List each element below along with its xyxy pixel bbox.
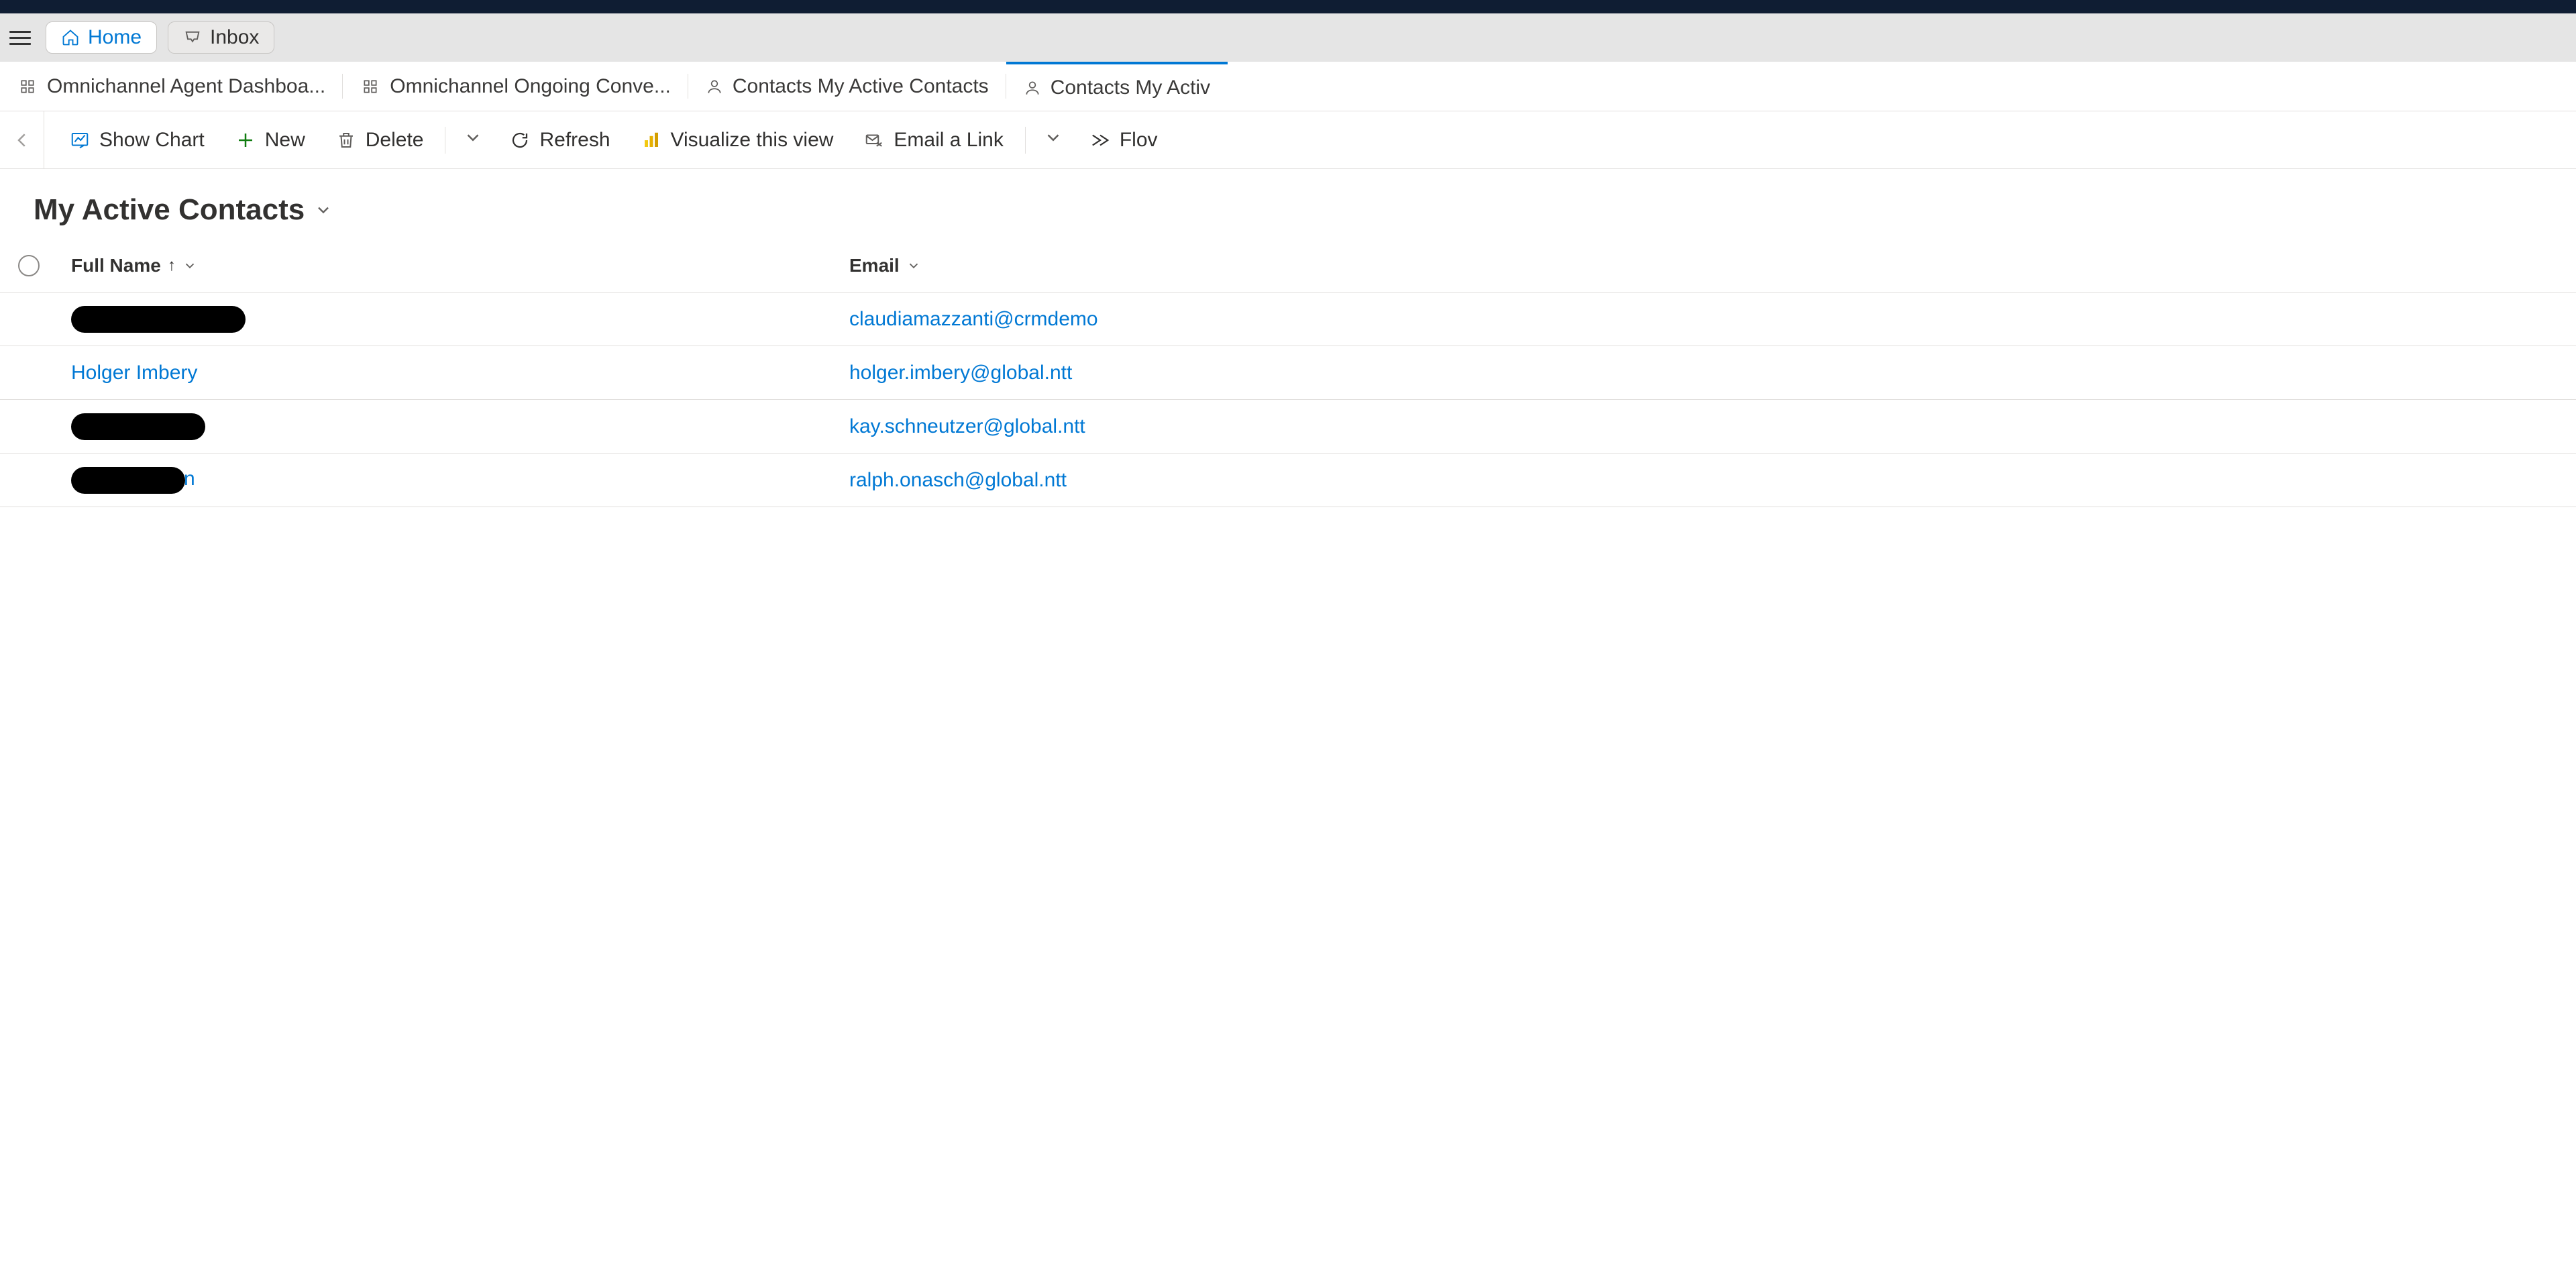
grid-header: Full Name ↑ Email (0, 239, 2576, 293)
chart-icon (70, 130, 90, 150)
tab-label: Omnichannel Agent Dashboa... (47, 75, 325, 98)
refresh-icon (510, 130, 530, 150)
trash-icon (336, 130, 356, 150)
circle-icon (18, 255, 40, 276)
hamburger-menu-icon[interactable] (5, 23, 35, 52)
back-icon (12, 130, 32, 150)
inbox-icon (183, 28, 202, 47)
chevron-down-icon (906, 258, 921, 273)
table-row[interactable]: claudiamazzanti@crmdemo (0, 293, 2576, 346)
contact-email-link[interactable]: claudiamazzanti@crmdemo (849, 308, 1098, 330)
delete-button[interactable]: Delete (323, 122, 437, 158)
titlebar-strip (0, 0, 2576, 13)
redacted-name (71, 413, 205, 440)
tab-label: Contacts My Activ (1051, 76, 1210, 99)
refresh-label: Refresh (539, 129, 610, 152)
cell-email: claudiamazzanti@crmdemo (836, 308, 2576, 331)
flow-label: Flov (1120, 129, 1158, 152)
sort-asc-icon: ↑ (168, 256, 176, 275)
flow-button[interactable]: Flov (1077, 122, 1171, 158)
table-row[interactable]: kay.schneutzer@global.ntt (0, 400, 2576, 454)
chevron-down-icon (463, 127, 483, 148)
plus-icon (235, 130, 256, 150)
contact-email-link[interactable]: holger.imbery@global.ntt (849, 362, 1072, 384)
powerbi-icon (641, 130, 661, 150)
redacted-name (71, 306, 246, 333)
cell-full-name: n (58, 467, 836, 494)
tab-label: Contacts My Active Contacts (733, 75, 989, 98)
omnichannel-icon (17, 76, 38, 97)
column-full-name[interactable]: Full Name ↑ (71, 255, 836, 276)
cell-full-name: Holger Imbery (58, 362, 836, 384)
visualize-button[interactable]: Visualize this view (628, 122, 847, 158)
redacted-name (71, 467, 185, 494)
cell-email: ralph.onasch@global.ntt (836, 469, 2576, 492)
show-chart-label: Show Chart (99, 129, 205, 152)
email-link-button[interactable]: Email a Link (851, 122, 1016, 158)
view-title: My Active Contacts (34, 193, 305, 227)
home-label: Home (88, 26, 142, 49)
cell-email: kay.schneutzer@global.ntt (836, 415, 2576, 438)
command-row: Show Chart New Delete Refresh Visualize … (0, 111, 2576, 169)
home-icon (61, 28, 80, 47)
tab-label: Omnichannel Ongoing Conve... (390, 75, 671, 98)
email-link-icon (864, 130, 884, 150)
chevron-down-icon (182, 258, 197, 273)
column-label: Email (849, 255, 900, 276)
column-label: Full Name (71, 255, 161, 276)
contact-name-link[interactable]: Holger Imbery (71, 362, 197, 384)
cell-full-name (58, 306, 836, 333)
tab-contacts-2[interactable]: Contacts My Activ (1006, 62, 1228, 111)
table-row[interactable]: Holger Imbery holger.imbery@global.ntt (0, 346, 2576, 400)
inbox-label: Inbox (210, 26, 259, 49)
person-icon (706, 78, 723, 95)
flow-icon (1090, 130, 1110, 150)
partial-name: n (184, 468, 195, 490)
contact-email-link[interactable]: kay.schneutzer@global.ntt (849, 415, 1085, 437)
table-row[interactable]: n ralph.onasch@global.ntt (0, 454, 2576, 507)
new-button[interactable]: New (222, 122, 319, 158)
email-link-split-button[interactable] (1034, 121, 1073, 160)
refresh-button[interactable]: Refresh (496, 122, 623, 158)
omnichannel-icon (360, 76, 380, 97)
workspace-tabs: Omnichannel Agent Dashboa... Omnichannel… (0, 62, 2576, 111)
delete-label: Delete (366, 129, 424, 152)
inbox-tab[interactable]: Inbox (168, 21, 274, 54)
chevron-down-icon (1043, 127, 1063, 148)
back-button[interactable] (0, 111, 44, 168)
chevron-down-icon (314, 201, 333, 219)
person-icon (1024, 79, 1041, 97)
cell-full-name (58, 413, 836, 440)
tab-omni-convo[interactable]: Omnichannel Ongoing Conve... (343, 62, 688, 111)
contacts-grid: Full Name ↑ Email claudiamazzanti@crmdem… (0, 239, 2576, 507)
separator (1025, 127, 1026, 154)
email-link-label: Email a Link (894, 129, 1003, 152)
home-tab[interactable]: Home (46, 21, 157, 54)
view-header[interactable]: My Active Contacts (0, 169, 2576, 239)
nav-bar: Home Inbox (0, 13, 2576, 62)
show-chart-button[interactable]: Show Chart (56, 122, 218, 158)
tab-omni-dashboard[interactable]: Omnichannel Agent Dashboa... (0, 62, 343, 111)
new-label: New (265, 129, 305, 152)
tab-contacts-1[interactable]: Contacts My Active Contacts (688, 62, 1006, 111)
select-all-checkbox[interactable] (0, 255, 58, 276)
command-bar: Show Chart New Delete Refresh Visualize … (44, 121, 1183, 160)
delete-split-button[interactable] (453, 121, 492, 160)
column-email[interactable]: Email (849, 255, 2576, 276)
visualize-label: Visualize this view (671, 129, 834, 152)
contact-email-link[interactable]: ralph.onasch@global.ntt (849, 469, 1067, 491)
cell-email: holger.imbery@global.ntt (836, 362, 2576, 384)
